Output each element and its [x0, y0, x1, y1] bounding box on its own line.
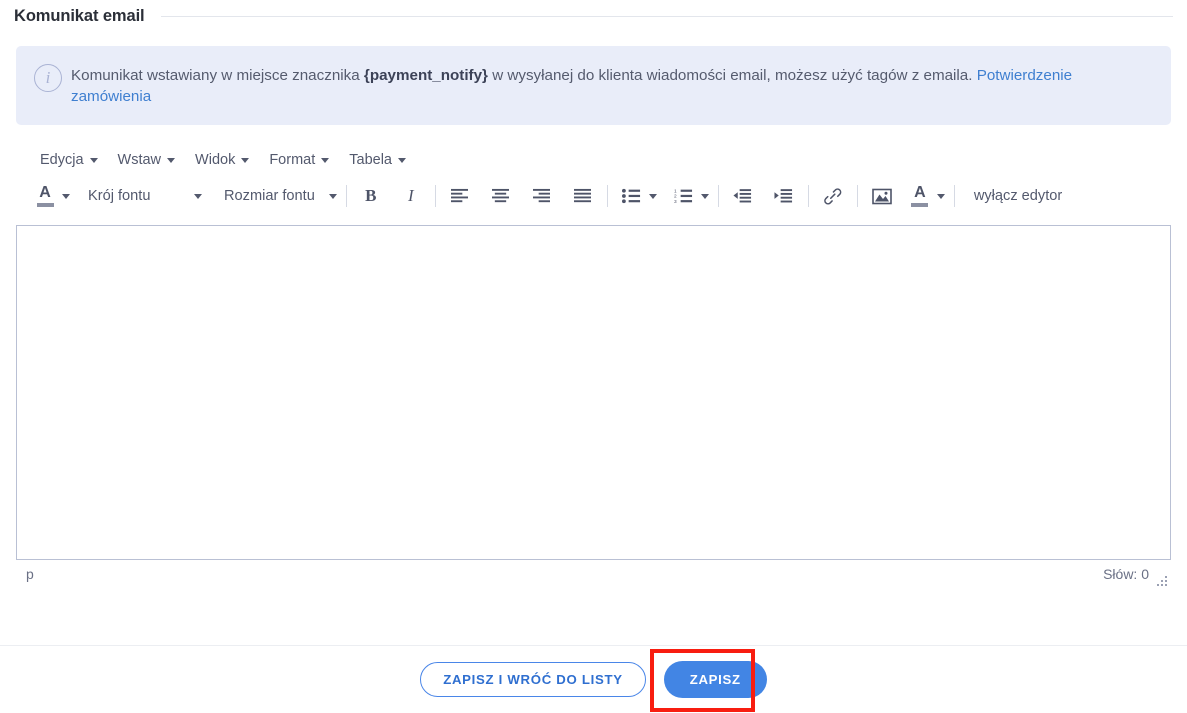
info-text-part2: w wysyłanej do klienta wiadomości email,… — [487, 67, 977, 84]
outdent-button[interactable] — [728, 181, 758, 211]
font-size-label: Rozmiar fontu — [224, 188, 315, 204]
numbered-list-icon-wrap[interactable]: 1 2 3 — [669, 181, 699, 211]
numbered-list-icon: 1 2 3 — [674, 188, 693, 204]
italic-icon: I — [408, 186, 414, 205]
menu-edycja[interactable]: Edycja — [30, 148, 108, 172]
menu-widok-label: Widok — [195, 152, 236, 168]
toolbar-divider — [345, 185, 347, 207]
image-icon — [872, 188, 892, 204]
disable-editor-button[interactable]: wyłącz edytor — [974, 188, 1062, 204]
chevron-down-icon — [89, 157, 98, 163]
editor-menubar: Edycja Wstaw Widok Format Tabela — [16, 143, 1171, 177]
menu-format-label: Format — [269, 152, 316, 168]
svg-text:3: 3 — [674, 199, 677, 204]
toolbar-divider — [606, 185, 608, 207]
element-path[interactable]: p — [26, 566, 34, 582]
chevron-down-icon — [397, 157, 406, 163]
editor-content-area[interactable] — [16, 225, 1171, 560]
font-family-label: Krój fontu — [88, 188, 151, 204]
menu-tabela-label: Tabela — [349, 152, 392, 168]
editor-toolbar: A Krój fontu Rozmiar fontu B I 1 2 3 A w… — [16, 177, 1171, 215]
page-title: Komunikat email — [14, 6, 145, 25]
font-size-select[interactable]: Rozmiar fontu — [218, 188, 337, 204]
bold-button[interactable]: B — [356, 181, 386, 211]
align-justify-icon — [574, 188, 592, 202]
chevron-down-icon — [167, 157, 176, 163]
background-color-letter: A — [914, 184, 926, 202]
menu-wstaw[interactable]: Wstaw — [108, 148, 186, 172]
info-banner: i Komunikat wstawiany w miejsce znacznik… — [16, 46, 1171, 125]
background-color-swatch — [911, 203, 929, 207]
info-banner-text: Komunikat wstawiany w miejsce znacznika … — [71, 62, 1153, 107]
save-and-back-button[interactable]: ZAPISZ I WRÓĆ DO LISTY — [420, 662, 646, 697]
chevron-down-icon — [194, 193, 202, 199]
align-right-button[interactable] — [527, 181, 557, 211]
indent-button[interactable] — [769, 181, 799, 211]
numbered-list-button[interactable]: 1 2 3 — [669, 181, 709, 211]
bold-icon: B — [365, 186, 377, 205]
text-color-swatch — [36, 203, 54, 207]
bullet-list-button[interactable] — [617, 181, 657, 211]
align-center-button[interactable] — [486, 181, 516, 211]
text-color-button[interactable]: A — [30, 181, 70, 211]
align-left-button[interactable] — [445, 181, 475, 211]
background-color-button[interactable]: A — [905, 181, 945, 211]
info-circle-icon: i — [34, 64, 62, 92]
menu-widok[interactable]: Widok — [185, 148, 259, 172]
menu-edycja-label: Edycja — [40, 152, 84, 168]
align-center-icon — [492, 188, 510, 202]
link-icon — [824, 188, 842, 205]
align-left-icon — [451, 188, 469, 202]
save-button[interactable]: ZAPISZ — [663, 661, 767, 698]
info-text-part1: Komunikat wstawiany w miejsce znacznika — [71, 67, 364, 84]
rich-text-editor: Edycja Wstaw Widok Format Tabela A Krój … — [16, 143, 1171, 596]
chevron-down-icon[interactable] — [700, 193, 709, 199]
align-justify-button[interactable] — [568, 181, 598, 211]
toolbar-divider — [856, 185, 858, 207]
header-divider — [160, 15, 1173, 17]
text-color-icon[interactable]: A — [30, 181, 60, 211]
resize-grip-handle[interactable] — [1155, 576, 1169, 590]
toolbar-divider — [717, 185, 719, 207]
footer-actions: ZAPISZ I WRÓĆ DO LISTY ZAPISZ — [0, 646, 1187, 713]
align-right-icon — [533, 188, 551, 202]
chevron-down-icon[interactable] — [936, 193, 945, 199]
menu-format[interactable]: Format — [259, 148, 339, 172]
word-count: Słów: 0 — [1103, 566, 1149, 582]
indent-icon — [774, 189, 793, 203]
editor-statusbar: p Słów: 0 — [16, 560, 1171, 596]
background-color-icon[interactable]: A — [905, 181, 935, 211]
toolbar-divider — [953, 185, 955, 207]
insert-link-button[interactable] — [818, 181, 848, 211]
text-color-letter: A — [39, 184, 51, 202]
page-header: Komunikat email — [0, 0, 1187, 32]
svg-text:2: 2 — [674, 194, 677, 200]
menu-wstaw-label: Wstaw — [117, 152, 162, 168]
toolbar-divider — [434, 185, 436, 207]
outdent-icon — [733, 189, 752, 203]
font-family-select[interactable]: Krój fontu — [82, 188, 202, 204]
chevron-down-icon[interactable] — [648, 193, 657, 199]
chevron-down-icon — [321, 157, 330, 163]
chevron-down-icon — [241, 157, 250, 163]
insert-image-button[interactable] — [867, 181, 897, 211]
chevron-down-icon[interactable] — [62, 193, 70, 199]
toolbar-divider — [807, 185, 809, 207]
info-placeholder-tag: {payment_notify} — [363, 67, 488, 84]
bullet-list-icon-wrap[interactable] — [617, 181, 647, 211]
chevron-down-icon — [328, 193, 337, 199]
italic-button[interactable]: I — [396, 181, 426, 211]
svg-text:1: 1 — [674, 188, 677, 194]
menu-tabela[interactable]: Tabela — [339, 148, 416, 172]
bullet-list-icon — [622, 188, 641, 204]
